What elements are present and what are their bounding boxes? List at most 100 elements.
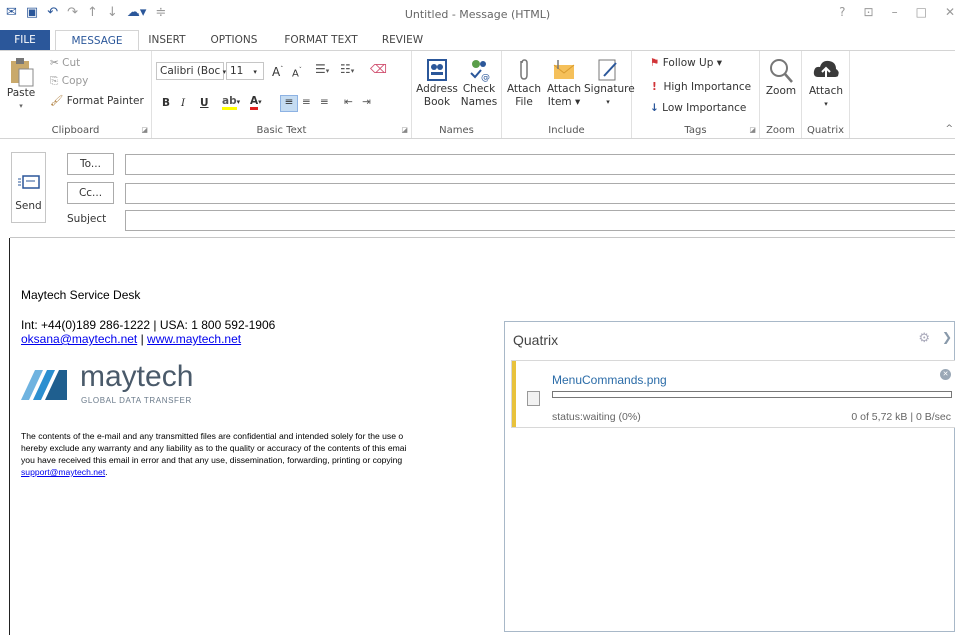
format-painter-button[interactable]: 🖌 Format Painter: [50, 95, 144, 108]
signature-button[interactable]: Signature ▾: [584, 57, 635, 109]
align-center-icon[interactable]: ≡: [302, 96, 311, 109]
basic-text-group-label: Basic Text: [256, 125, 307, 136]
format-painter-label: Format Painter: [66, 95, 144, 107]
address-book-icon: [427, 59, 447, 81]
follow-up-label: Follow Up ▾: [662, 57, 722, 69]
bullets-icon[interactable]: ☰▾: [315, 63, 329, 78]
font-size-value: 11: [230, 65, 244, 77]
gear-icon[interactable]: ⚙: [918, 331, 930, 346]
chevron-down-icon[interactable]: ❯: [942, 330, 952, 344]
disclaimer-line: hereby exclude any warranty and any liab…: [21, 443, 407, 453]
quatrix-attach-button[interactable]: Attach ▾: [806, 57, 846, 111]
signature-contact-line: oksana@maytech.net | www.maytech.net: [21, 332, 241, 346]
high-importance-label: High Importance: [663, 81, 752, 93]
font-name-select[interactable]: Calibri (Boc ▾: [156, 62, 226, 80]
shrink-font-icon[interactable]: Aˇ: [292, 64, 302, 80]
cancel-upload-icon[interactable]: ✕: [940, 369, 951, 380]
address-book-button[interactable]: Address Book: [415, 57, 459, 109]
tab-format-text[interactable]: FORMAT TEXT: [276, 30, 366, 50]
decrease-indent-icon[interactable]: ⇤: [344, 96, 353, 109]
basic-text-launcher-icon[interactable]: ◪: [401, 126, 408, 134]
highlight-color-icon[interactable]: ab▾: [222, 95, 240, 110]
file-icon: [527, 391, 540, 406]
send-button[interactable]: Send: [11, 152, 46, 223]
names-group: Address Book @ Check Names Names: [412, 51, 502, 138]
send-label: Send: [15, 200, 42, 212]
to-button[interactable]: To...: [67, 153, 114, 175]
upload-file-name[interactable]: MenuCommands.png: [552, 373, 667, 387]
disclaimer: The contents of the e-mail and any trans…: [21, 430, 503, 478]
tab-review[interactable]: REVIEW: [375, 30, 430, 50]
subject-label: Subject: [67, 213, 107, 225]
italic-button[interactable]: I: [181, 97, 185, 110]
title-bar: ✉ ▣ ↶ ↷ ↑ ↓ ☁▾ ≑ Untitled - Message (HTM…: [0, 0, 955, 30]
clipboard-launcher-icon[interactable]: ◪: [141, 126, 148, 134]
collapse-ribbon-icon[interactable]: ^: [945, 124, 953, 134]
scissors-icon: ✂: [50, 57, 59, 69]
check-names-button[interactable]: @ Check Names: [459, 57, 499, 109]
upload-status: status:waiting (0%): [552, 411, 641, 423]
signature-phone: Int: +44(0)189 286-1222 | USA: 1 800 592…: [21, 318, 276, 332]
cc-field[interactable]: [125, 183, 955, 204]
flag-icon: ⚑: [650, 57, 660, 69]
window-controls: ? ⊡ – □ ✕: [839, 5, 955, 19]
zoom-button[interactable]: Zoom: [762, 57, 800, 98]
paperclip-icon: [520, 59, 528, 80]
low-importance-button[interactable]: ↓ Low Importance: [650, 102, 746, 115]
attach-file-button[interactable]: Attach File: [506, 57, 542, 109]
attach-item-label-1: Attach: [546, 83, 582, 95]
include-group: Attach File Attach Item ▾ Signature ▾ In…: [502, 51, 635, 138]
underline-button[interactable]: U: [200, 97, 209, 110]
exclamation-icon: !: [652, 81, 657, 93]
maytech-logo-word: maytech: [80, 360, 194, 393]
tags-launcher-icon[interactable]: ◪: [749, 126, 756, 134]
tab-message[interactable]: MESSAGE: [55, 30, 139, 51]
cut-button[interactable]: ✂ Cut: [50, 57, 80, 70]
increase-indent-icon[interactable]: ⇥: [362, 96, 371, 109]
signature-email-link[interactable]: oksana@maytech.net: [21, 332, 137, 346]
down-arrow-icon: ↓: [650, 102, 659, 114]
tab-insert[interactable]: INSERT: [142, 30, 192, 50]
tab-file[interactable]: FILE: [0, 30, 50, 50]
attach-file-label-1: Attach: [506, 83, 542, 95]
grow-font-icon[interactable]: Aˆ: [272, 63, 283, 79]
minimize-icon[interactable]: –: [892, 5, 898, 19]
check-names-icon: @: [470, 60, 490, 83]
ribbon-tabs: FILE MESSAGE INSERT OPTIONS FORMAT TEXT …: [0, 30, 955, 51]
font-size-select[interactable]: 11 ▾: [226, 62, 264, 80]
help-icon[interactable]: ?: [839, 5, 845, 19]
zoom-group-label: Zoom: [766, 125, 795, 136]
numbering-icon[interactable]: ☷▾: [340, 63, 354, 78]
include-group-label: Include: [548, 125, 585, 136]
upload-status-bar: [512, 361, 516, 427]
disclaimer-line: support@maytech.net.: [21, 466, 503, 478]
paste-button[interactable]: Paste ▾: [2, 57, 40, 113]
attach-item-button[interactable]: Attach Item ▾: [544, 57, 584, 109]
signature-website-link[interactable]: www.maytech.net: [147, 332, 241, 346]
upload-size-info: 0 of 5,72 kB | 0 B/sec: [851, 411, 951, 423]
clear-formatting-icon[interactable]: ⌫: [370, 63, 387, 76]
high-importance-button[interactable]: ! High Importance: [652, 81, 751, 94]
signature-dropdown-icon: ▾: [606, 98, 610, 106]
maximize-icon[interactable]: □: [916, 5, 927, 19]
close-icon[interactable]: ✕: [945, 5, 955, 19]
names-group-label: Names: [439, 125, 474, 136]
tab-options[interactable]: OPTIONS: [203, 30, 265, 50]
support-email-link[interactable]: support@maytech.net: [21, 467, 105, 477]
align-left-icon[interactable]: ≡: [280, 95, 298, 112]
quatrix-attach-label: Attach: [808, 85, 844, 97]
paste-label: Paste: [6, 87, 36, 99]
copy-button[interactable]: ⎘ Copy: [50, 75, 88, 88]
cc-button[interactable]: Cc...: [67, 182, 114, 204]
ribbon-display-icon[interactable]: ⊡: [864, 5, 874, 19]
align-right-icon[interactable]: ≡: [320, 96, 329, 109]
header-divider: [10, 237, 955, 238]
font-color-icon[interactable]: A▾: [250, 95, 262, 110]
subject-field[interactable]: [125, 210, 955, 231]
bold-button[interactable]: B: [162, 97, 170, 110]
svg-text:@: @: [481, 73, 490, 83]
follow-up-button[interactable]: ⚑ Follow Up ▾: [650, 57, 722, 70]
paste-dropdown-icon[interactable]: ▾: [2, 100, 40, 113]
to-field[interactable]: [125, 154, 955, 175]
quatrix-group: Attach ▾ Quatrix: [802, 51, 850, 138]
